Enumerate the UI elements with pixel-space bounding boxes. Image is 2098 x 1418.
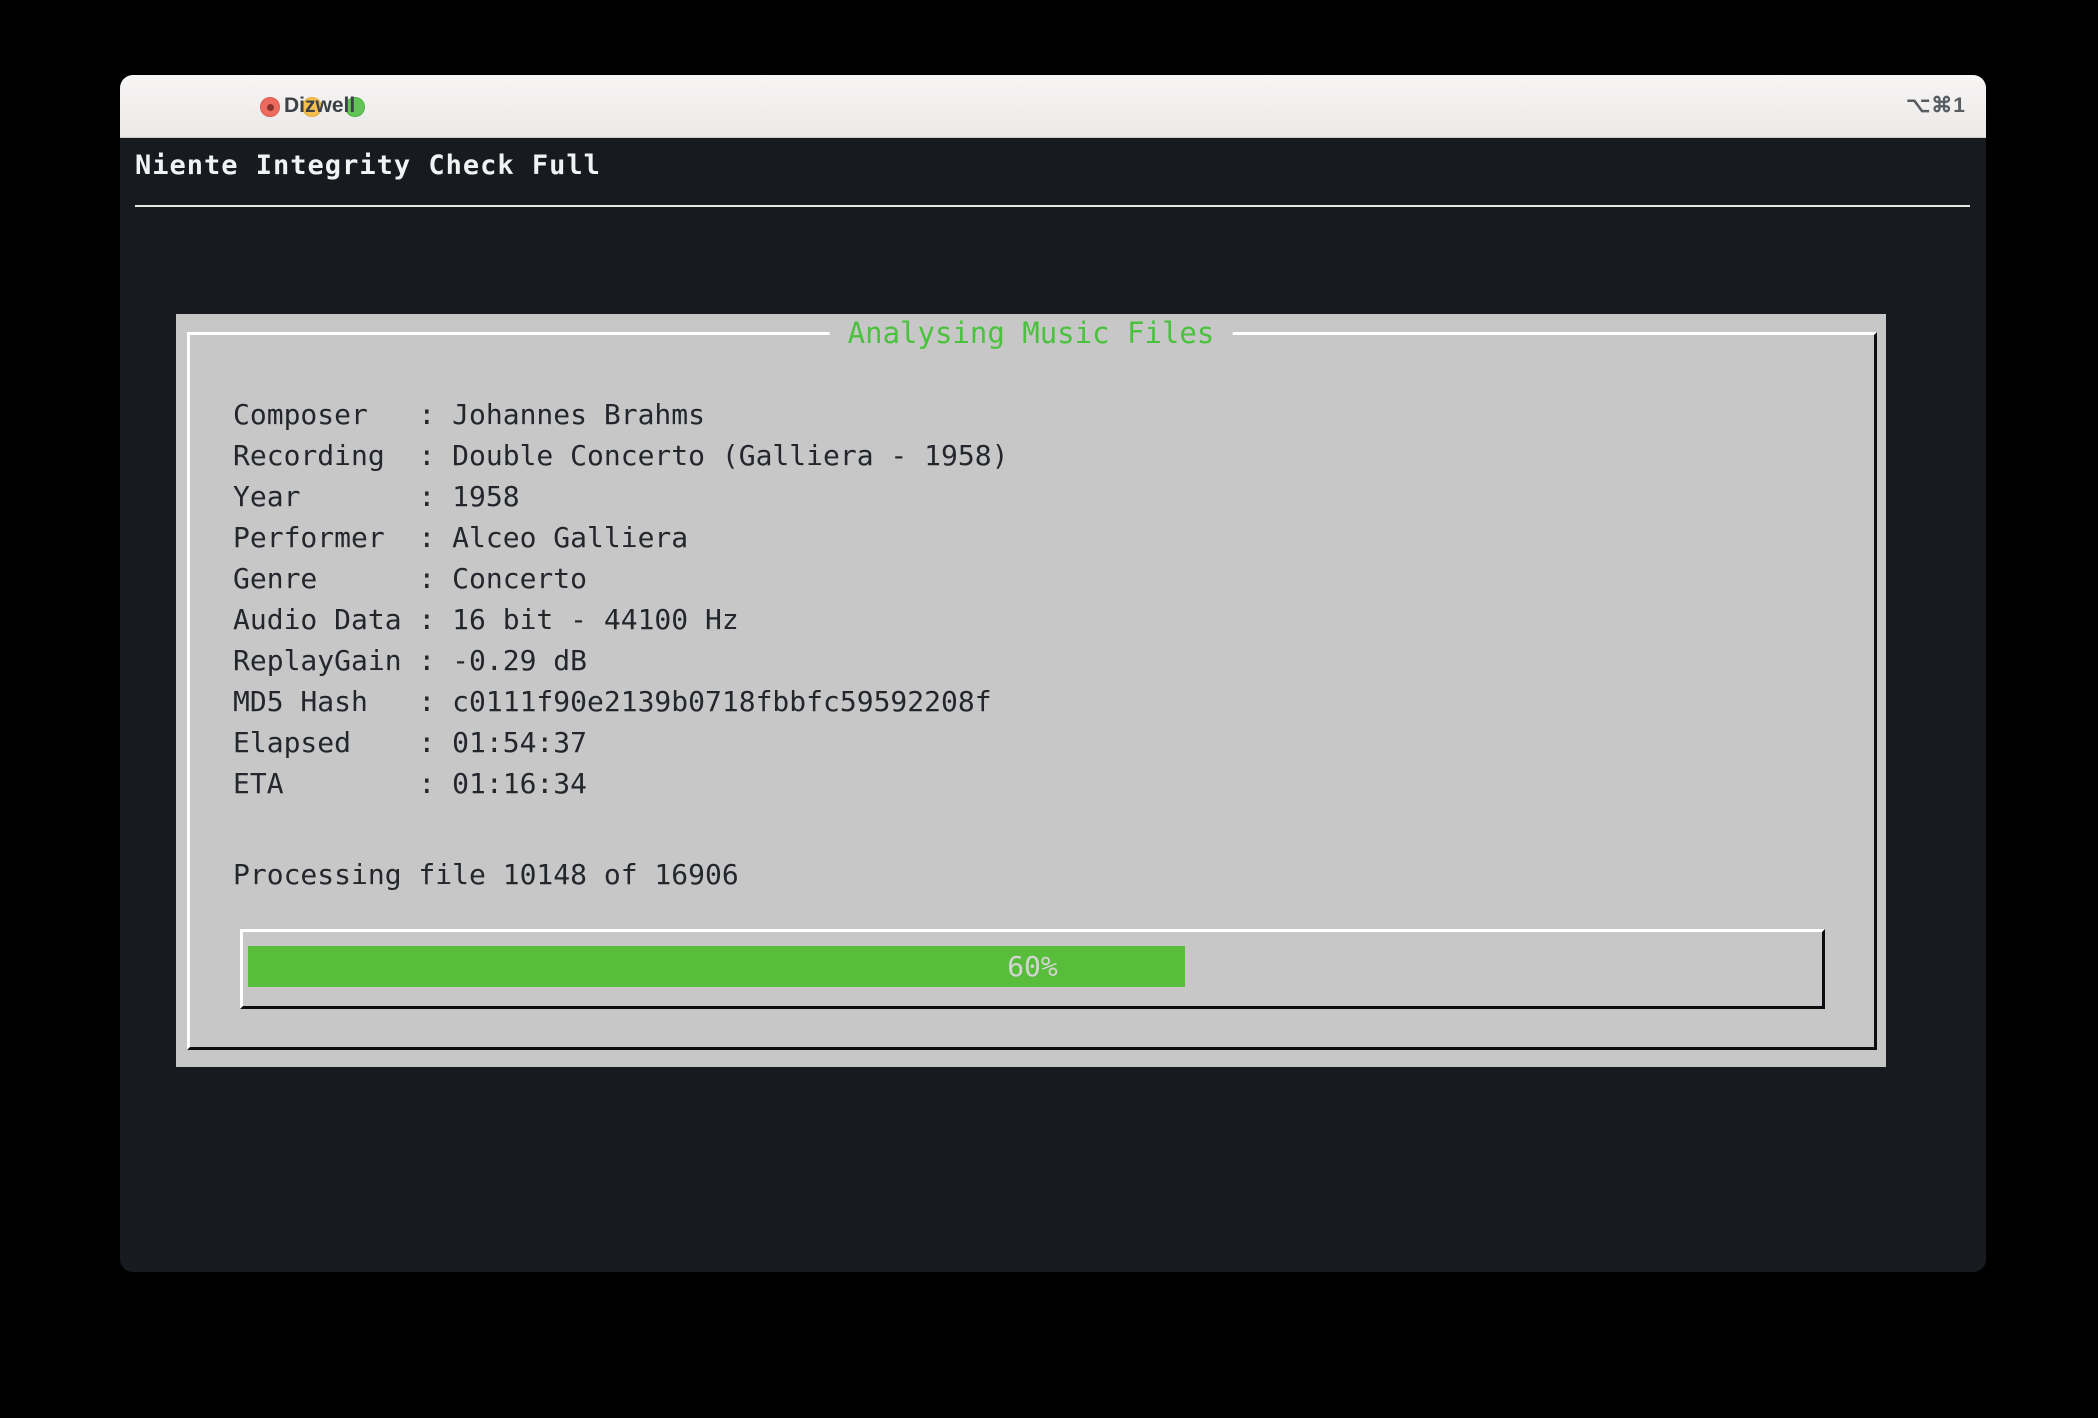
field-separator: : — [418, 439, 452, 472]
field-value: 16 bit - 44100 Hz — [452, 603, 739, 636]
program-title: Niente Integrity Check Full — [135, 150, 601, 181]
window-title: Dizwell — [284, 75, 355, 137]
field-value: Double Concerto (Galliera - 1958) — [452, 439, 1008, 472]
field-separator: : — [418, 480, 452, 513]
progress-percent-label: 60% — [243, 946, 1822, 987]
field-value: 01:54:37 — [452, 726, 587, 759]
terminal-window: Dizwell ⌥⌘1 Niente Integrity Check Full … — [120, 75, 1986, 1272]
field-value: 1958 — [452, 480, 519, 513]
field-label: Performer — [233, 517, 418, 558]
field-value: Alceo Galliera — [452, 521, 688, 554]
field-row: Year: 1958 — [233, 476, 1008, 517]
field-row: Composer: Johannes Brahms — [233, 394, 1008, 435]
field-row: Audio Data: 16 bit - 44100 Hz — [233, 599, 1008, 640]
field-label: ReplayGain — [233, 640, 418, 681]
field-separator: : — [418, 562, 452, 595]
window-titlebar[interactable]: Dizwell ⌥⌘1 — [120, 75, 1986, 138]
field-value: -0.29 dB — [452, 644, 587, 677]
field-label: ETA — [233, 763, 418, 804]
field-label: Elapsed — [233, 722, 418, 763]
field-label: Year — [233, 476, 418, 517]
field-separator: : — [418, 603, 452, 636]
close-button[interactable] — [260, 97, 280, 117]
field-label: Genre — [233, 558, 418, 599]
field-value: Johannes Brahms — [452, 398, 705, 431]
metadata-fields: Composer: Johannes Brahms Recording: Dou… — [233, 394, 1008, 804]
field-separator: : — [418, 726, 452, 759]
field-row: MD5 Hash: c0111f90e2139b0718fbbfc5959220… — [233, 681, 1008, 722]
analysis-dialog: Analysing Music Files Composer: Johannes… — [176, 314, 1886, 1067]
field-label: Audio Data — [233, 599, 418, 640]
field-row: Recording: Double Concerto (Galliera - 1… — [233, 435, 1008, 476]
header-rule — [135, 205, 1970, 207]
field-row: ETA: 01:16:34 — [233, 763, 1008, 804]
field-separator: : — [418, 767, 452, 800]
tab-shortcut-hint: ⌥⌘1 — [1906, 75, 1966, 137]
field-value: c0111f90e2139b0718fbbfc59592208f — [452, 685, 991, 718]
field-row: ReplayGain: -0.29 dB — [233, 640, 1008, 681]
dialog-title: Analysing Music Files — [830, 316, 1233, 350]
field-row: Elapsed: 01:54:37 — [233, 722, 1008, 763]
terminal-screen[interactable]: Niente Integrity Check Full Analysing Mu… — [120, 138, 1986, 1272]
field-row: Genre: Concerto — [233, 558, 1008, 599]
field-row: Performer: Alceo Galliera — [233, 517, 1008, 558]
field-label: MD5 Hash — [233, 681, 418, 722]
field-separator: : — [418, 521, 452, 554]
field-value: Concerto — [452, 562, 587, 595]
progress-bar: 60% — [240, 929, 1825, 1009]
field-separator: : — [418, 398, 452, 431]
field-label: Recording — [233, 435, 418, 476]
field-label: Composer — [233, 394, 418, 435]
processing-status: Processing file 10148 of 16906 — [233, 854, 739, 895]
field-value: 01:16:34 — [452, 767, 587, 800]
field-separator: : — [418, 685, 452, 718]
field-separator: : — [418, 644, 452, 677]
